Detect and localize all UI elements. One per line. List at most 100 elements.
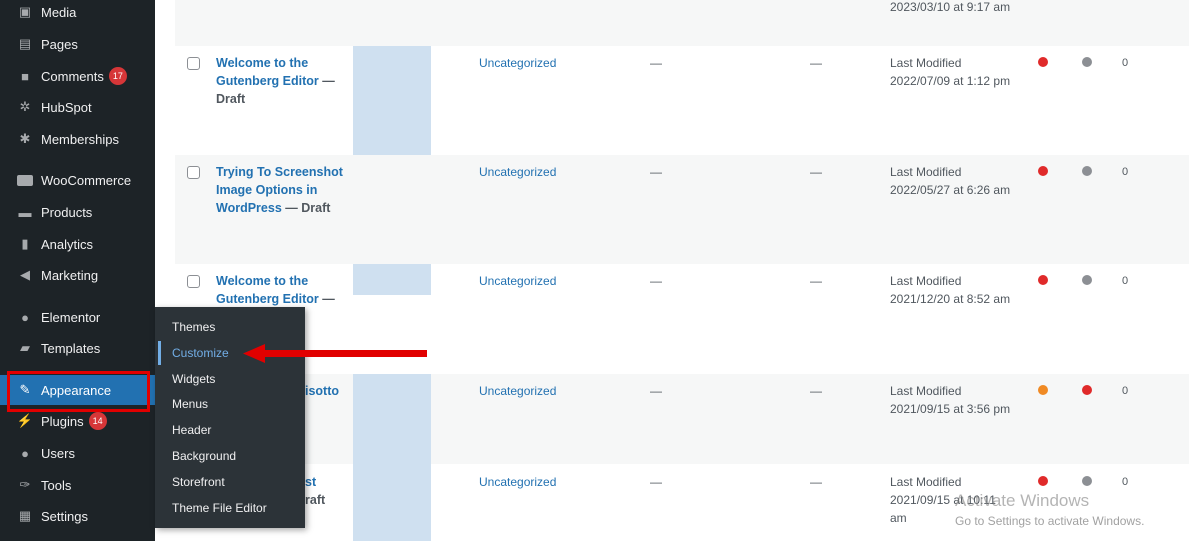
column-empty-value: — <box>650 274 662 288</box>
sidebar-item-label: Comments <box>41 68 104 84</box>
column-empty-value: — <box>810 274 822 288</box>
column-empty-value: — <box>810 56 822 70</box>
column-empty-value: — <box>650 475 662 489</box>
sidebar-item-label: Marketing <box>41 267 99 283</box>
category-link[interactable]: Uncategorized <box>479 475 556 489</box>
seo-status-dot <box>1038 166 1048 176</box>
row-date: 2023/03/10 at 9:17 am <box>890 0 1011 14</box>
sidebar-item-pages[interactable]: ▤ Pages <box>0 29 155 59</box>
date-label: Last Modified <box>890 274 962 288</box>
sidebar-item-users[interactable]: ● Users <box>0 438 155 468</box>
category-link[interactable]: Uncategorized <box>479 165 556 179</box>
sidebar-item-templates[interactable]: ▰ Templates <box>0 333 155 363</box>
post-state-text: raft <box>305 493 326 507</box>
category-link[interactable]: Uncategorized <box>479 274 556 288</box>
sidebar-item-memberships[interactable]: ✱ Memberships <box>0 124 155 154</box>
templates-icon: ▰ <box>20 340 30 355</box>
media-icon: ▣ <box>18 4 32 19</box>
row-checkbox[interactable] <box>187 166 200 179</box>
sidebar-item-label: Elementor <box>41 309 101 325</box>
row-count: 0 <box>1122 385 1129 397</box>
page-edge <box>1189 0 1196 541</box>
title-line: Gutenberg Editor <box>216 74 319 88</box>
sidebar-item-media[interactable]: ▣ Media <box>0 0 155 27</box>
row-date: Last Modified 2021/09/15 at 3:56 pm <box>890 382 1010 418</box>
appearance-highlight-box <box>7 371 150 412</box>
date-label: Last Modified <box>890 165 962 179</box>
activate-windows-watermark: Activate Windows <box>955 491 1090 510</box>
post-title-link[interactable]: isotto <box>305 382 350 400</box>
seo-status-dot <box>1038 476 1048 486</box>
users-icon: ● <box>21 445 29 461</box>
elementor-icon: ● <box>21 309 29 325</box>
title-line: Gutenberg Editor <box>216 292 319 306</box>
submenu-item-theme-file-editor[interactable]: Theme File Editor <box>172 499 267 517</box>
sidebar-item-elementor[interactable]: ● Elementor <box>0 302 155 332</box>
pages-icon: ▤ <box>18 36 32 51</box>
sidebar-item-label: Pages <box>41 36 78 52</box>
date-value: 2022/05/27 at 6:26 am <box>890 183 1011 197</box>
sidebar-item-hubspot[interactable]: ✲ HubSpot <box>0 92 155 122</box>
submenu-item-widgets[interactable]: Widgets <box>172 370 215 388</box>
sidebar-item-marketing[interactable]: ◀ Marketing <box>0 260 155 290</box>
highlight-column-cell <box>353 374 431 464</box>
sidebar-item-analytics[interactable]: ▮ Analytics <box>0 229 155 259</box>
row-checkbox[interactable] <box>187 57 200 70</box>
column-empty-value: — <box>810 165 822 179</box>
row-count: 0 <box>1122 166 1129 178</box>
post-title-link[interactable]: Trying To Screenshot Image Options in Wo… <box>216 163 346 217</box>
sidebar-item-settings[interactable]: ▦ Settings <box>0 501 155 531</box>
row-count: 0 <box>1122 275 1129 287</box>
analytics-icon: ▮ <box>21 236 29 251</box>
sidebar-item-label: Templates <box>41 340 101 356</box>
sidebar-item-tools[interactable]: ✑ Tools <box>0 470 155 500</box>
post-title-link[interactable]: Welcome to the Gutenberg Editor — Draft <box>216 54 346 108</box>
title-line: Welcome to the <box>216 56 309 70</box>
post-title-link[interactable]: st <box>305 473 345 491</box>
sidebar-item-comments[interactable]: ■ Comments 17 <box>0 61 155 91</box>
row-date: Last Modified 2022/07/09 at 1:12 pm <box>890 54 1010 90</box>
title-line: Trying To Screenshot <box>216 165 343 179</box>
table-row <box>175 0 1189 46</box>
column-empty-value: — <box>650 56 662 70</box>
sidebar-item-label: Analytics <box>41 236 94 252</box>
sidebar-item-products[interactable]: ▬ Products <box>0 197 155 227</box>
column-empty-value: — <box>810 475 822 489</box>
appearance-submenu: Themes Customize Widgets Menus Header Ba… <box>155 307 305 528</box>
category-link[interactable]: Uncategorized <box>479 384 556 398</box>
date-value: 2021/09/15 at 3:56 pm <box>890 402 1011 416</box>
admin-sidebar: ▣ Media ▤ Pages ■ Comments 17 ✲ HubSpot ✱ Memb… <box>0 0 155 541</box>
memberships-icon: ✱ <box>19 131 31 146</box>
red-arrow-annotation <box>243 344 427 363</box>
highlight-column-cell <box>353 464 431 541</box>
column-empty-value: — <box>650 165 662 179</box>
submenu-item-menus[interactable]: Menus <box>172 395 208 413</box>
readability-status-dot <box>1082 166 1092 176</box>
sidebar-item-label: WooCommerce <box>41 172 132 188</box>
plugins-count-badge: 14 <box>88 412 107 430</box>
marketing-icon: ◀ <box>20 267 30 282</box>
current-item-indicator <box>158 341 161 365</box>
submenu-item-background[interactable]: Background <box>172 447 236 465</box>
title-line: WordPress <box>216 201 282 215</box>
comments-count-badge: 17 <box>108 67 127 85</box>
products-icon: ▬ <box>18 204 32 220</box>
title-line: Welcome to the <box>216 274 309 288</box>
date-value-cont: am <box>890 511 907 525</box>
category-link[interactable]: Uncategorized <box>479 56 556 70</box>
row-checkbox[interactable] <box>187 275 200 288</box>
column-empty-value: — <box>810 384 822 398</box>
sidebar-item-woocommerce[interactable]: WooCommerce <box>0 165 155 195</box>
submenu-item-header[interactable]: Header <box>172 421 211 439</box>
post-title-link[interactable]: Welcome to the Gutenberg Editor — <box>216 272 346 308</box>
submenu-item-storefront[interactable]: Storefront <box>172 473 225 491</box>
date-label: Last Modified <box>890 56 962 70</box>
row-date: Last Modified 2022/05/27 at 6:26 am <box>890 163 1010 199</box>
submenu-item-themes[interactable]: Themes <box>172 318 215 336</box>
post-state: Draft <box>216 92 246 106</box>
readability-status-dot <box>1082 275 1092 285</box>
submenu-item-customize[interactable]: Customize <box>172 344 229 362</box>
seo-status-dot <box>1038 57 1048 67</box>
highlight-column-cell <box>353 46 431 155</box>
sidebar-item-label: Plugins <box>41 413 84 429</box>
